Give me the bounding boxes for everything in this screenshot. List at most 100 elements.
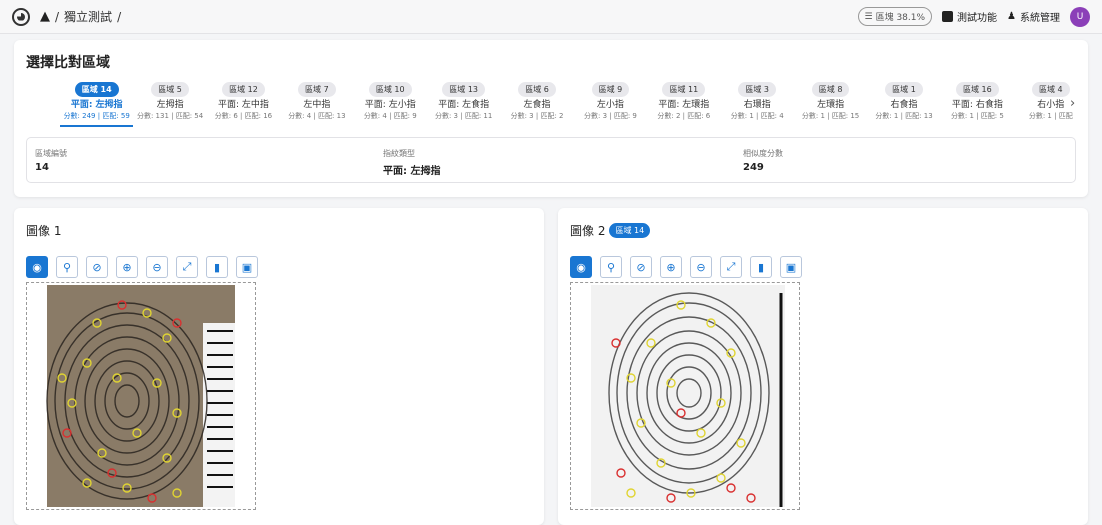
- region-tab-score: 分數: 3 | 匹配: 2: [510, 112, 564, 120]
- list-icon: ☰: [864, 11, 873, 22]
- region-info: 區域編號 14 指紋類型 平面: 左拇指 相似度分數 249: [26, 137, 1076, 183]
- save-icon[interactable]: ▣: [780, 256, 802, 278]
- breadcrumb: ▲ / 獨立測試 /: [40, 8, 122, 25]
- system-admin-button[interactable]: ♟ 系統管理: [1007, 9, 1060, 24]
- fit-screen-icon[interactable]: ⤢: [176, 256, 198, 278]
- eye-icon[interactable]: ◉: [570, 256, 592, 278]
- region-tab-name: 平面: 右食指: [951, 100, 1003, 110]
- region-chip: 區域 14: [609, 223, 651, 238]
- region-tab-name: 右小指: [1037, 100, 1065, 110]
- region-chip: 區域 14: [74, 82, 119, 97]
- region-chip: 區域 5: [151, 82, 189, 97]
- region-tab-name: 平面: 左食指: [438, 100, 490, 110]
- fingerprint-image-2: [591, 285, 785, 507]
- save-icon[interactable]: ▣: [236, 256, 258, 278]
- region-tab-name: 左環指: [817, 100, 845, 110]
- image-panel-2: 圖像 2 區域 14 ◉ ⚲ ⊘ ⊕ ⊖ ⤢ ▮ ▣: [558, 208, 1088, 525]
- fingerprint-type-value: 平面: 左拇指: [383, 166, 441, 177]
- region-tab[interactable]: 區域 1 右食指分數: 1 | 匹配: 13: [867, 82, 940, 127]
- score-label: 相似度分數: [743, 149, 783, 158]
- region-chip: 區域 8: [811, 82, 850, 97]
- region-tab-name: 左中指: [303, 100, 331, 110]
- region-chip: 區域 1: [885, 82, 923, 97]
- region-tab-name: 右環指: [743, 100, 771, 110]
- region-number-value: 14: [35, 162, 49, 173]
- region-tab[interactable]: 區域 6 左食指分數: 3 | 匹配: 2: [500, 82, 573, 127]
- zoom-out-icon[interactable]: ⊖: [690, 256, 712, 278]
- fingerprint-type-label: 指紋類型: [383, 149, 415, 158]
- region-chip: 區域 11: [662, 82, 706, 97]
- image-panel-1: 圖像 1 ◉ ⚲ ⊘ ⊕ ⊖ ⤢ ▮ ▣: [14, 208, 544, 525]
- region-tab[interactable]: 區域 12 平面: 左中指 分數: 6 | 匹配: 16: [207, 82, 280, 127]
- zoom-reset-icon[interactable]: ⚲: [56, 256, 78, 278]
- chevron-right-icon[interactable]: ›: [1070, 96, 1075, 111]
- region-tab-score: 分數: 1 | 匹配: 15: [801, 112, 860, 120]
- region-tab-name: 左小指: [596, 100, 624, 110]
- zoom-out-icon[interactable]: ⊖: [146, 256, 168, 278]
- users-icon: ♟: [1007, 11, 1016, 22]
- delete-icon[interactable]: ▮: [206, 256, 228, 278]
- region-chip: 區域 13: [442, 82, 486, 97]
- region-tab[interactable]: 區域 10 平面: 左小指 分數: 4 | 匹配: 9: [354, 82, 427, 127]
- top-bar: ▲ / 獨立測試 / ☰ 區塊 38.1% 測試功能 ♟ 系統管理 U: [0, 0, 1102, 34]
- eye-off-icon[interactable]: ⊘: [630, 256, 652, 278]
- score-value: 249: [743, 162, 764, 173]
- zoom-in-icon[interactable]: ⊕: [116, 256, 138, 278]
- region-tab-score: 分數: 4 | 匹配: 13: [288, 112, 346, 120]
- region-tab-score: 分數: 249 | 匹配: 59: [63, 112, 130, 120]
- region-chip: 區域 6: [518, 82, 556, 97]
- region-tab-score: 分數: 3 | 匹配: 11: [434, 112, 493, 120]
- test-function-button[interactable]: 測試功能: [942, 9, 997, 24]
- panel-title: 圖像 2 區域 14: [570, 222, 651, 239]
- eye-icon[interactable]: ◉: [26, 256, 48, 278]
- chart-icon: [942, 11, 954, 22]
- region-tab-name: 右食指: [890, 100, 918, 110]
- region-chip: 區域 10: [368, 82, 412, 97]
- region-tab[interactable]: 區域 13 平面: 左食指 分數: 3 | 匹配: 11: [427, 82, 500, 127]
- region-chip: 區域 3: [738, 82, 777, 97]
- image-canvas-2[interactable]: [570, 282, 800, 510]
- ratio-badge: ☰ 區塊 38.1%: [857, 7, 933, 26]
- region-tab[interactable]: 區域 14 平面: 左拇指 分數: 249 | 匹配: 59: [60, 82, 134, 127]
- delete-icon[interactable]: ▮: [750, 256, 772, 278]
- breadcrumb-item[interactable]: 獨立測試: [64, 8, 112, 25]
- region-tab-score: 分數: 4 | 匹配: 9: [363, 112, 417, 120]
- home-icon[interactable]: ▲: [40, 9, 50, 24]
- region-tab[interactable]: 區域 4 右小指分數: 1 | 匹配: [1014, 82, 1087, 127]
- region-tab-score: 分數: 1 | 匹配: [1028, 112, 1073, 120]
- eye-off-icon[interactable]: ⊘: [86, 256, 108, 278]
- region-tab-score: 分數: 131 | 匹配: 54: [136, 112, 204, 120]
- image-toolbar: ◉ ⚲ ⊘ ⊕ ⊖ ⤢ ▮ ▣: [570, 256, 802, 278]
- region-tab-name: 平面: 左環指: [658, 100, 710, 110]
- region-tab-name: 平面: 左小指: [364, 100, 416, 110]
- fingerprint-image-1: [46, 285, 235, 507]
- region-tab-name: 平面: 左拇指: [70, 100, 123, 110]
- region-tab[interactable]: 區域 16 平面: 右食指 分數: 1 | 匹配: 5: [941, 82, 1014, 127]
- fit-screen-icon[interactable]: ⤢: [720, 256, 742, 278]
- region-tab-score: 分數: 1 | 匹配: 4: [730, 112, 784, 120]
- region-chip: 區域 16: [956, 82, 999, 97]
- image-toolbar: ◉ ⚲ ⊘ ⊕ ⊖ ⤢ ▮ ▣: [26, 256, 258, 278]
- region-tab[interactable]: 區域 5 左拇指分數: 131 | 匹配: 54: [133, 82, 206, 127]
- region-tab-name: 左拇指: [156, 100, 184, 110]
- region-tab[interactable]: 區域 11 平面: 左環指 分數: 2 | 匹配: 6: [647, 82, 720, 127]
- avatar[interactable]: U: [1070, 6, 1090, 27]
- image-canvas-1[interactable]: [26, 282, 256, 510]
- region-chip: 區域 9: [591, 82, 630, 97]
- region-tab-name: 平面: 左中指: [218, 100, 269, 110]
- region-number-label: 區域編號: [35, 149, 67, 158]
- region-tab-score: 分數: 1 | 匹配: 5: [950, 112, 1004, 120]
- region-chip: 區域 4: [1031, 82, 1070, 97]
- region-chip: 區域 12: [222, 82, 265, 97]
- zoom-reset-icon[interactable]: ⚲: [600, 256, 622, 278]
- region-tab[interactable]: 區域 9 左小指 分數: 3 | 匹配: 9: [574, 82, 647, 127]
- region-tab[interactable]: 區域 3 右環指分數: 1 | 匹配: 4: [721, 82, 794, 127]
- app-logo-icon[interactable]: [12, 7, 30, 26]
- region-select-card: 選擇比對區域 區域 14 平面: 左拇指 分數: 249 | 匹配: 59 區域 5左…: [14, 40, 1088, 197]
- region-tab-score: 分數: 1 | 匹配: 13: [875, 112, 933, 120]
- region-tab-name: 左食指: [523, 100, 551, 110]
- zoom-in-icon[interactable]: ⊕: [660, 256, 682, 278]
- region-tab-score: 分數: 6 | 匹配: 16: [214, 112, 273, 120]
- region-tab[interactable]: 區域 7 左中指 分數: 4 | 匹配: 13: [280, 82, 353, 127]
- region-tab[interactable]: 區域 8 左環指分數: 1 | 匹配: 15: [794, 82, 867, 127]
